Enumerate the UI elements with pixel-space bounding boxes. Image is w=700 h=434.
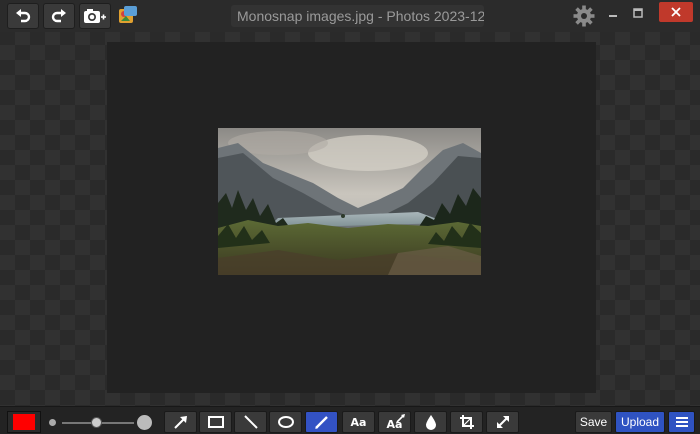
redo-icon [51, 9, 66, 23]
minimize-button[interactable] [606, 2, 620, 24]
app-icon[interactable] [118, 5, 138, 25]
slider-handle[interactable] [91, 417, 102, 428]
undo-icon [16, 9, 31, 23]
crop-tool[interactable] [450, 411, 483, 433]
maximize-button[interactable] [631, 2, 645, 24]
menu-icon [675, 417, 688, 427]
pen-icon [314, 416, 328, 429]
save-button[interactable]: Save [575, 411, 612, 433]
resize-tool[interactable] [486, 411, 519, 433]
maximize-icon [633, 8, 643, 18]
text-tool[interactable]: Aa [342, 411, 375, 433]
line-icon [243, 415, 258, 429]
arrow-icon [173, 416, 187, 429]
color-picker[interactable] [7, 411, 41, 433]
text-outline-tool[interactable]: Aa [378, 411, 411, 433]
size-min-indicator [49, 419, 56, 426]
color-swatch-fill [13, 414, 35, 430]
blur-tool[interactable] [414, 411, 447, 433]
line-tool[interactable] [234, 411, 267, 433]
blur-icon [425, 415, 436, 430]
capture-button[interactable] [79, 3, 111, 29]
canvas-area[interactable] [107, 42, 596, 393]
settings-button[interactable] [573, 5, 595, 27]
rectangle-tool[interactable] [199, 411, 232, 433]
minimize-icon [609, 15, 617, 17]
upload-button[interactable]: Upload [615, 411, 665, 433]
landscape-photo [218, 128, 481, 275]
text-arrow-icon [396, 414, 405, 423]
redo-button[interactable] [43, 3, 75, 29]
size-max-indicator [137, 415, 152, 430]
resize-icon [496, 416, 509, 428]
title-bar: Monosnap images.jpg - Photos 2023-12-2 [0, 0, 700, 32]
arrow-tool[interactable] [164, 411, 197, 433]
pen-tool[interactable] [305, 411, 338, 433]
menu-button[interactable] [668, 411, 695, 433]
undo-button[interactable] [7, 3, 39, 29]
camera-icon [84, 9, 106, 23]
close-button[interactable] [659, 2, 693, 22]
ellipse-icon [277, 416, 294, 428]
rectangle-icon [207, 416, 224, 428]
window-title: Monosnap images.jpg - Photos 2023-12-2 [231, 5, 484, 27]
crop-icon [459, 415, 474, 429]
bottom-toolbar: Aa Aa Save Upload [0, 406, 700, 434]
text-icon: Aa [350, 415, 367, 429]
close-icon [671, 7, 681, 17]
ellipse-tool[interactable] [269, 411, 302, 433]
gear-icon [573, 5, 595, 27]
